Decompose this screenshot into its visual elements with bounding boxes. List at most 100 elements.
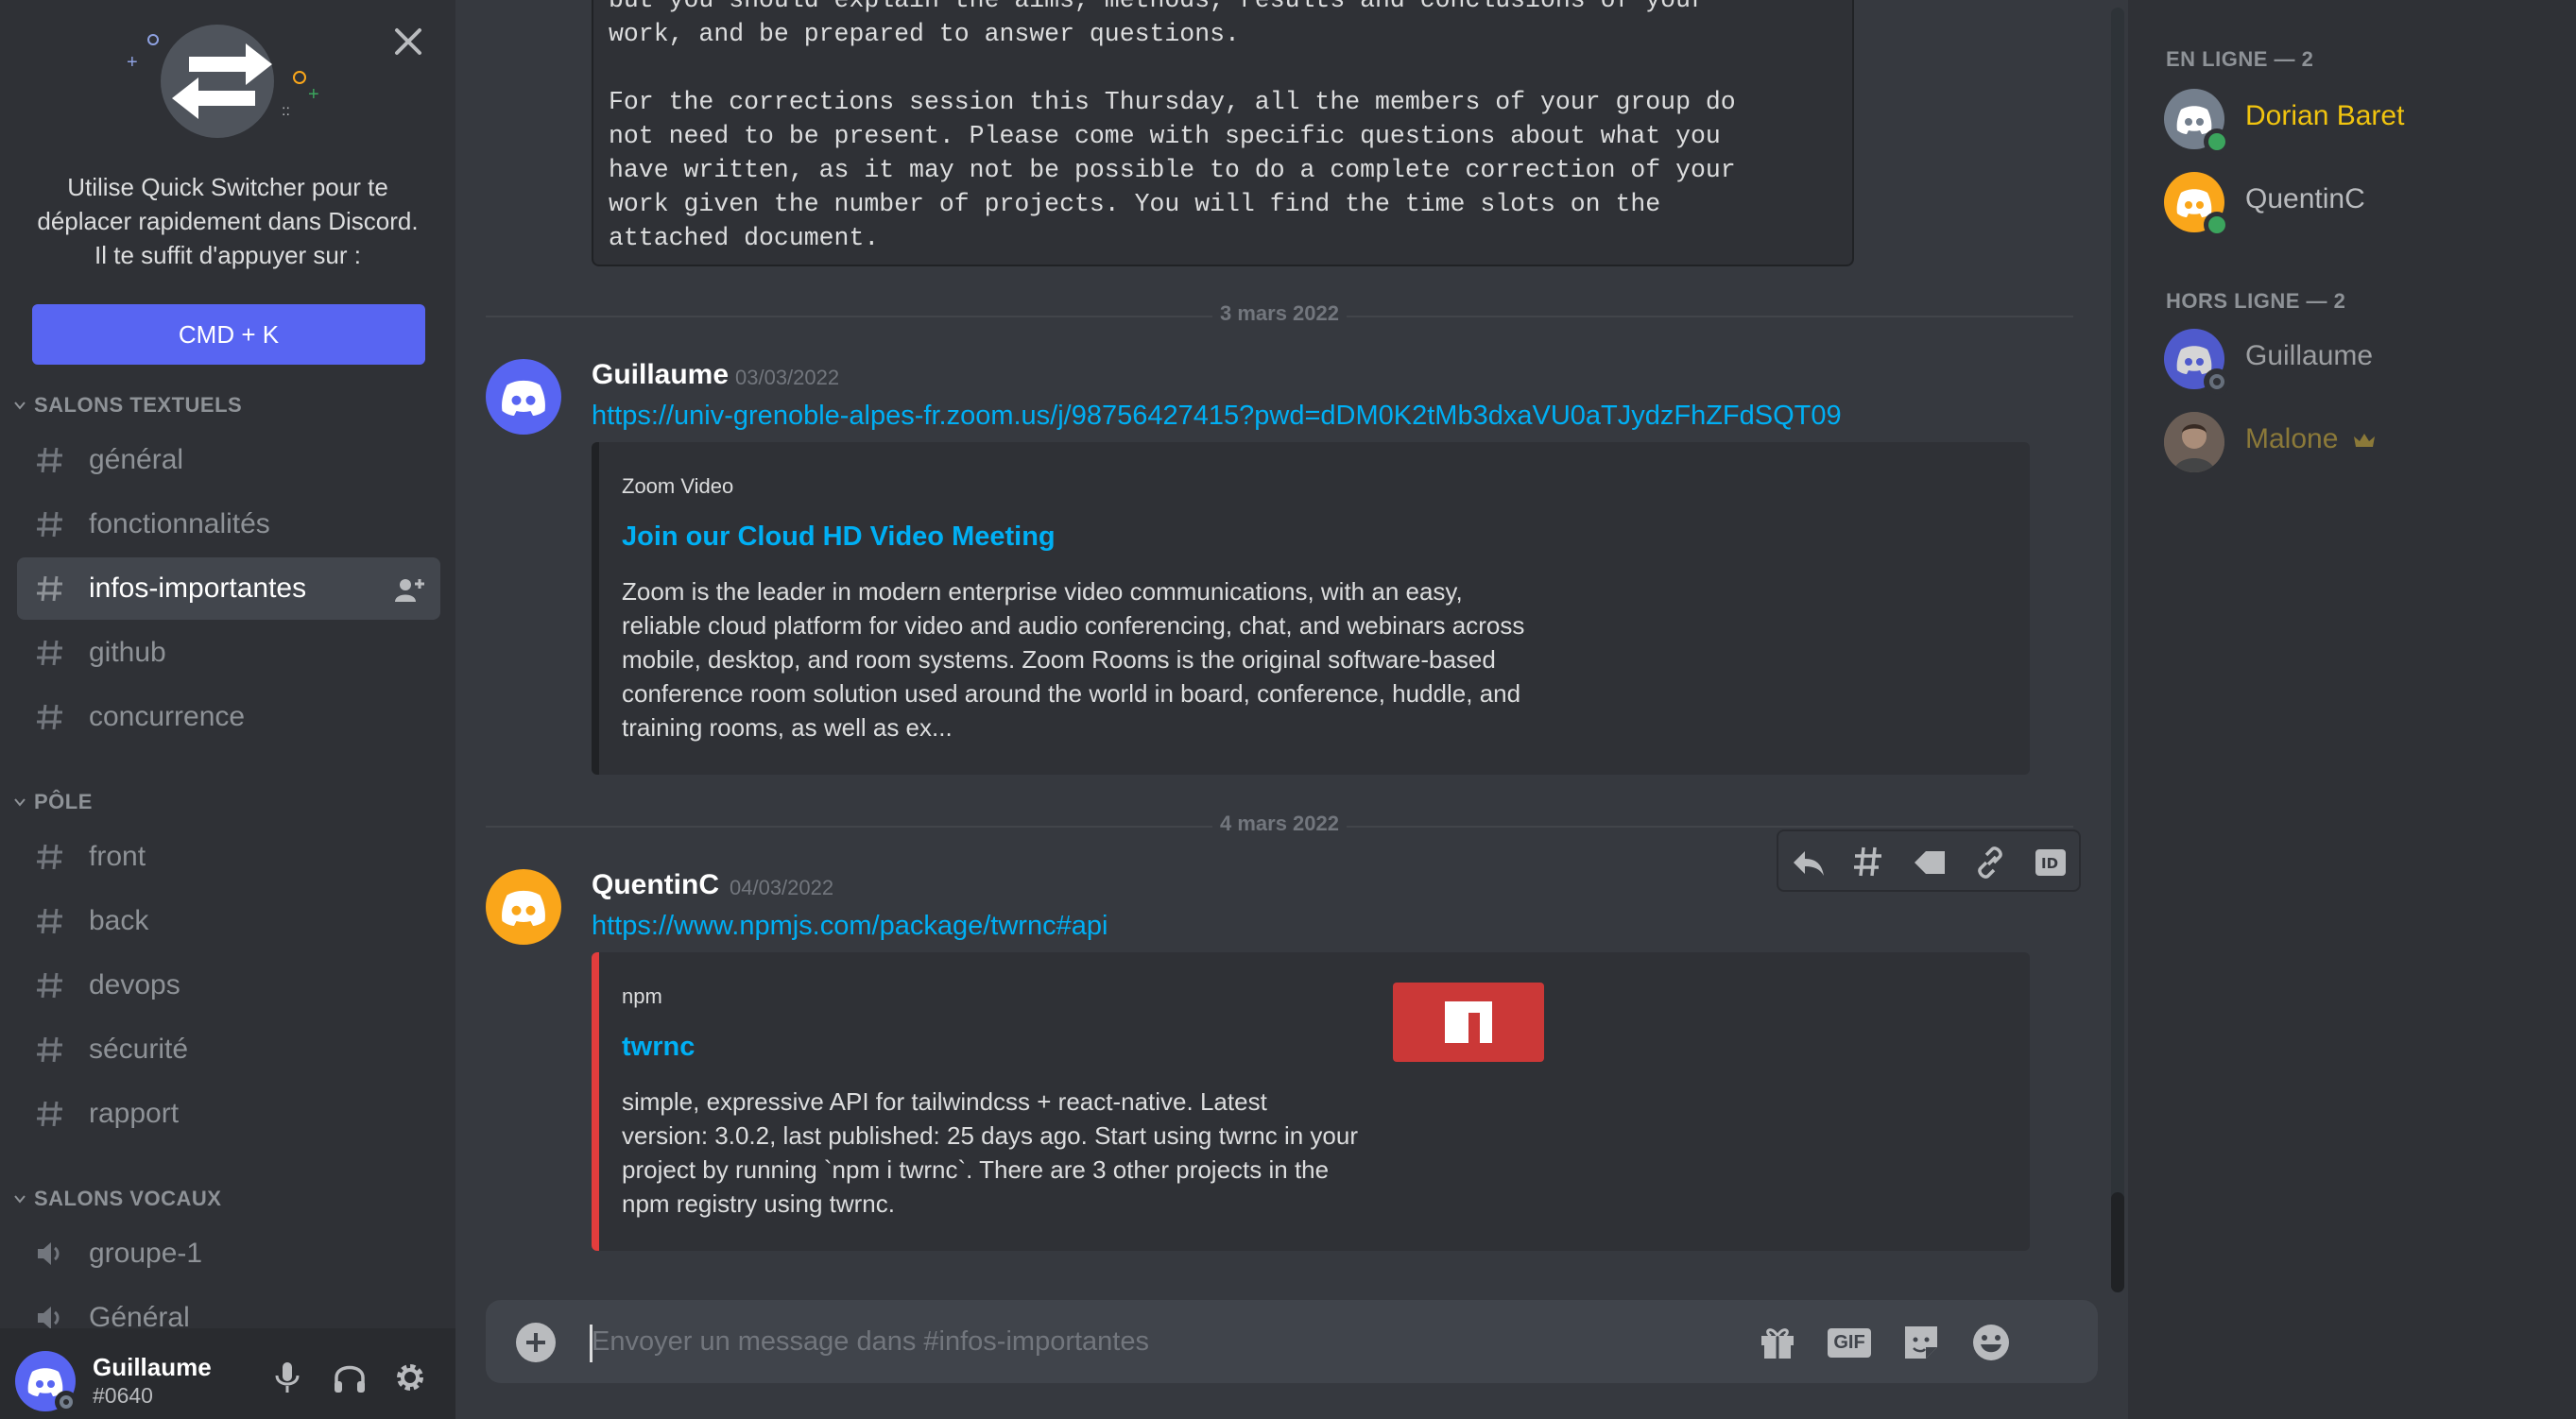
channel-back[interactable]: back: [17, 890, 440, 952]
online-dot: [2208, 216, 2225, 233]
channel-general[interactable]: général: [17, 429, 440, 491]
date-divider: 4 mars 2022: [486, 812, 2073, 836]
channel-securite[interactable]: sécurité: [17, 1018, 440, 1081]
person-photo-icon: [2164, 412, 2224, 472]
gear-icon[interactable]: [389, 1357, 431, 1398]
hash-icon: [37, 1036, 62, 1063]
quick-switcher-shortcut-button[interactable]: CMD + K: [32, 304, 425, 365]
message-timestamp: 04/03/2022: [730, 876, 834, 899]
channel-devops[interactable]: devops: [17, 954, 440, 1017]
member-name-text: Malone: [2245, 423, 2339, 454]
member-item[interactable]: Guillaume: [2164, 329, 2561, 395]
channel-concurrence[interactable]: concurrence: [17, 686, 440, 748]
channel-sidebar: + + :: Utilise Quick Switcher pour te dé…: [0, 0, 455, 1419]
gif-button[interactable]: GIF: [1828, 1321, 1871, 1364]
npm-logo-icon: [1445, 1001, 1492, 1043]
status-indicator: [2204, 212, 2230, 238]
embed-description-line: mobile, desktop, and room systems. Zoom …: [622, 645, 1496, 674]
code-line: work given the number of projects. You w…: [609, 190, 1661, 218]
voice-channel-groupe-1[interactable]: groupe-1: [17, 1222, 440, 1285]
message-input[interactable]: [592, 1317, 1782, 1366]
category-text-channels[interactable]: SALONS TEXTUELS: [13, 391, 242, 419]
sticker-icon[interactable]: [1899, 1321, 1943, 1364]
channel-github[interactable]: github: [17, 622, 440, 684]
discord-window: + + :: Utilise Quick Switcher pour te dé…: [0, 0, 2576, 1419]
message-link[interactable]: https://www.npmjs.com/package/twrnc#api: [592, 911, 1108, 942]
link-icon[interactable]: [1971, 844, 2009, 881]
hash-icon: [37, 511, 62, 538]
message-author[interactable]: QuentinC: [592, 869, 719, 901]
hash-icon: [37, 844, 62, 870]
channel-fonctionnalites[interactable]: fonctionnalités: [17, 493, 440, 556]
message-link[interactable]: https://univ-grenoble-alpes-fr.zoom.us/j…: [592, 401, 1842, 432]
embed-description-line: Zoom is the leader in modern enterprise …: [622, 577, 1463, 606]
npm-logo[interactable]: [1393, 983, 1544, 1062]
message-list[interactable]: but you should explain the aims, methods…: [455, 0, 2128, 1257]
embed-description-line: reliable cloud platform for video and au…: [622, 611, 1525, 640]
discord-logo-icon: [502, 890, 545, 926]
avatar[interactable]: [486, 359, 561, 435]
chat-area: but you should explain the aims, methods…: [455, 0, 2128, 1419]
member-item[interactable]: QuentinC: [2164, 172, 2561, 238]
channel-label: github: [89, 637, 166, 668]
embed-description-line: project by running `npm i twrnc`. There …: [622, 1155, 1330, 1184]
category-pole[interactable]: PÔLE: [13, 788, 93, 816]
code-line: For the corrections session this Thursda…: [609, 88, 1736, 116]
member-name: Malone: [2245, 423, 2377, 455]
hash-icon: [37, 640, 62, 666]
code-line: but you should explain the aims, methods…: [609, 0, 1706, 14]
code-line: have written, as it may not be possible …: [609, 156, 1736, 184]
quick-switcher-tip: + + :: Utilise Quick Switcher pour te dé…: [0, 0, 455, 387]
member-item[interactable]: Dorian Baret: [2164, 89, 2561, 155]
emoji-icon[interactable]: [1969, 1321, 2013, 1364]
channel-label: général: [89, 444, 184, 475]
embed-description: simple, expressive API for tailwindcss +…: [622, 1085, 1358, 1221]
status-indicator: [2204, 128, 2230, 155]
offline-dot: [2209, 374, 2224, 389]
close-icon[interactable]: [387, 21, 429, 62]
reply-icon[interactable]: [1790, 844, 1828, 881]
speaker-icon: [38, 1242, 60, 1265]
copy-id-icon[interactable]: ID: [2032, 844, 2069, 881]
channel-label: infos-importantes: [89, 573, 307, 604]
code-block: but you should explain the aims, methods…: [592, 0, 1854, 266]
embed-description-line: version: 3.0.2, last published: 25 days …: [622, 1121, 1358, 1150]
quick-switcher-illustration: + + ::: [127, 25, 319, 138]
embed-description-line: conference room solution used around the…: [622, 679, 1521, 708]
hash-icon: [37, 447, 62, 473]
tag-icon[interactable]: [1911, 844, 1949, 881]
chevron-down-icon: [14, 402, 26, 410]
channel-label: sécurité: [89, 1034, 189, 1065]
channel-front[interactable]: front: [17, 826, 440, 888]
scrollbar-thumb[interactable]: [2111, 1192, 2124, 1292]
scrollbar-track[interactable]: [2111, 8, 2124, 1292]
message-actions-toolbar: ID: [1777, 829, 2081, 892]
category-label: PÔLE: [34, 790, 93, 813]
message-author[interactable]: Guillaume: [592, 359, 729, 391]
member-name: QuentinC: [2245, 183, 2365, 214]
channel-infos-importantes[interactable]: infos-importantes: [17, 557, 440, 620]
embed-title[interactable]: Join our Cloud HD Video Meeting: [622, 521, 1056, 553]
invite-member-icon[interactable]: [393, 575, 427, 604]
microphone-icon[interactable]: [266, 1357, 308, 1398]
chevron-down-icon: [14, 798, 26, 807]
online-dot: [2208, 133, 2225, 150]
date-divider-label: 4 mars 2022: [1212, 812, 1347, 836]
embed-title[interactable]: twrnc: [622, 1032, 695, 1063]
embed-provider: npm: [622, 984, 662, 1008]
thread-icon[interactable]: [1850, 844, 1888, 881]
hash-icon: [37, 704, 62, 730]
avatar[interactable]: [486, 869, 561, 945]
category-voice-channels[interactable]: SALONS VOCAUX: [13, 1185, 221, 1213]
quick-switcher-line: Utilise Quick Switcher pour te: [67, 173, 388, 201]
headphones-icon[interactable]: [329, 1357, 370, 1398]
gift-icon[interactable]: [1756, 1321, 1799, 1364]
gif-label: GIF: [1828, 1327, 1871, 1358]
attach-button[interactable]: [516, 1323, 556, 1362]
online-header: EN LIGNE — 2: [2166, 47, 2314, 71]
channel-label: concurrence: [89, 701, 246, 732]
channel-rapport[interactable]: rapport: [17, 1083, 440, 1145]
member-item[interactable]: Malone: [2164, 412, 2561, 478]
hash-icon: [37, 1101, 62, 1127]
channel-label: groupe-1: [89, 1238, 203, 1269]
